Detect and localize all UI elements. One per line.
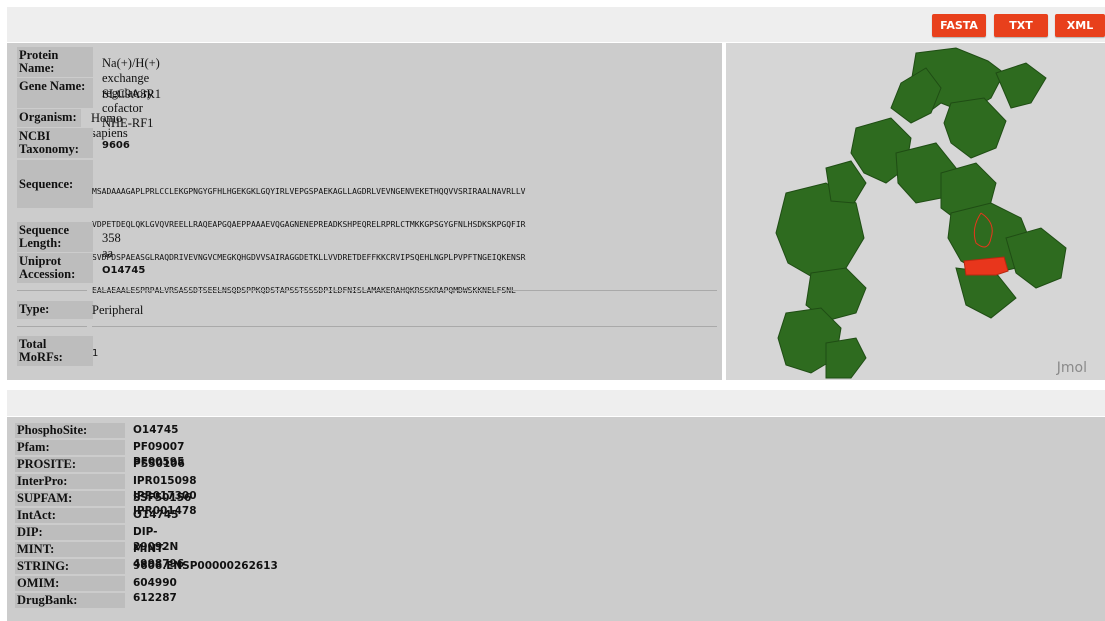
link-label: IntAct: [15,508,125,523]
supfam-link[interactable]: SSF50156 [133,491,191,506]
protein-structure-image [775,47,1067,379]
organism-label: Organism: [17,109,81,127]
sequence-label: Sequence: [17,160,93,208]
link-label: DIP: [15,525,125,540]
sequence-length-label: Sequence Length: [17,222,93,252]
protein-name-label: Protein Name: [17,47,93,77]
total-morfs-value: 1 [92,348,99,359]
omim-link[interactable]: 604990 612287 [133,576,177,606]
prosite-link[interactable]: PS50106 [133,457,185,472]
sequence-line: VDPETDEQLQKLGVQVREELLRAQEAPGQAEPPAAAEVQG… [92,220,526,229]
link-label: SUPFAM: [15,491,125,506]
link-label: PhosphoSite: [15,423,125,438]
uniprot-accession-link[interactable]: O14745 [102,265,145,276]
external-links-panel: PhosphoSite: O14745 Pfam: PF09007 PF0059… [7,417,1105,621]
sequence-line: SVDPDSPAEASGLRAQDRIVEVNGVCMEGKQHGDVVSAIR… [92,253,526,262]
gene-name-label: Gene Name: [17,78,93,108]
link-label: InterPro: [15,474,125,489]
string-link[interactable]: 9606.ENSP00000262613 [133,559,278,574]
total-morfs-label: Total MoRFs: [17,336,93,366]
link-label: PROSITE: [15,457,125,472]
gene-name-value: SLC9A3R1 [102,87,162,101]
fasta-button[interactable]: FASTA [932,14,986,37]
ncbi-taxonomy-link[interactable]: 9606 [102,140,130,151]
link-label: STRING: [15,559,125,574]
divider [92,290,717,291]
type-value: Peripheral [92,303,144,317]
link-label: MINT: [15,542,125,557]
protein-info-panel: Protein Name: Na(+)/H(+) exchange regula… [7,43,722,380]
intact-link[interactable]: O14745 [133,508,178,523]
type-label: Type: [17,301,93,319]
sequence-line: MSADAAAGAPLPRLCCLEKGPNGYGFHLHGEKGKLGQYIR… [92,187,526,196]
txt-button[interactable]: TXT [994,14,1048,37]
xml-button[interactable]: XML [1055,14,1105,37]
jmol-structure-viewer[interactable]: Jmol [726,43,1105,380]
jmol-label: Jmol [1056,360,1087,376]
sequence-text: MSADAAAGAPLPRLCCLEKGPNGYGFHLHGEKGKLGQYIR… [92,164,717,318]
divider [17,326,87,327]
ncbi-taxonomy-label: NCBI Taxonomy: [17,128,93,158]
phosphosite-link[interactable]: O14745 [133,423,178,438]
sequence-length-value: 358 aa [102,231,121,260]
link-label: DrugBank: [15,593,125,608]
section-spacer [7,390,1105,416]
link-label: OMIM: [15,576,125,591]
uniprot-accession-label: Uniprot Accession: [17,253,93,283]
divider [17,290,87,291]
organism-value: Homo sapiens [91,111,128,140]
divider [92,326,717,327]
link-label: Pfam: [15,440,125,455]
